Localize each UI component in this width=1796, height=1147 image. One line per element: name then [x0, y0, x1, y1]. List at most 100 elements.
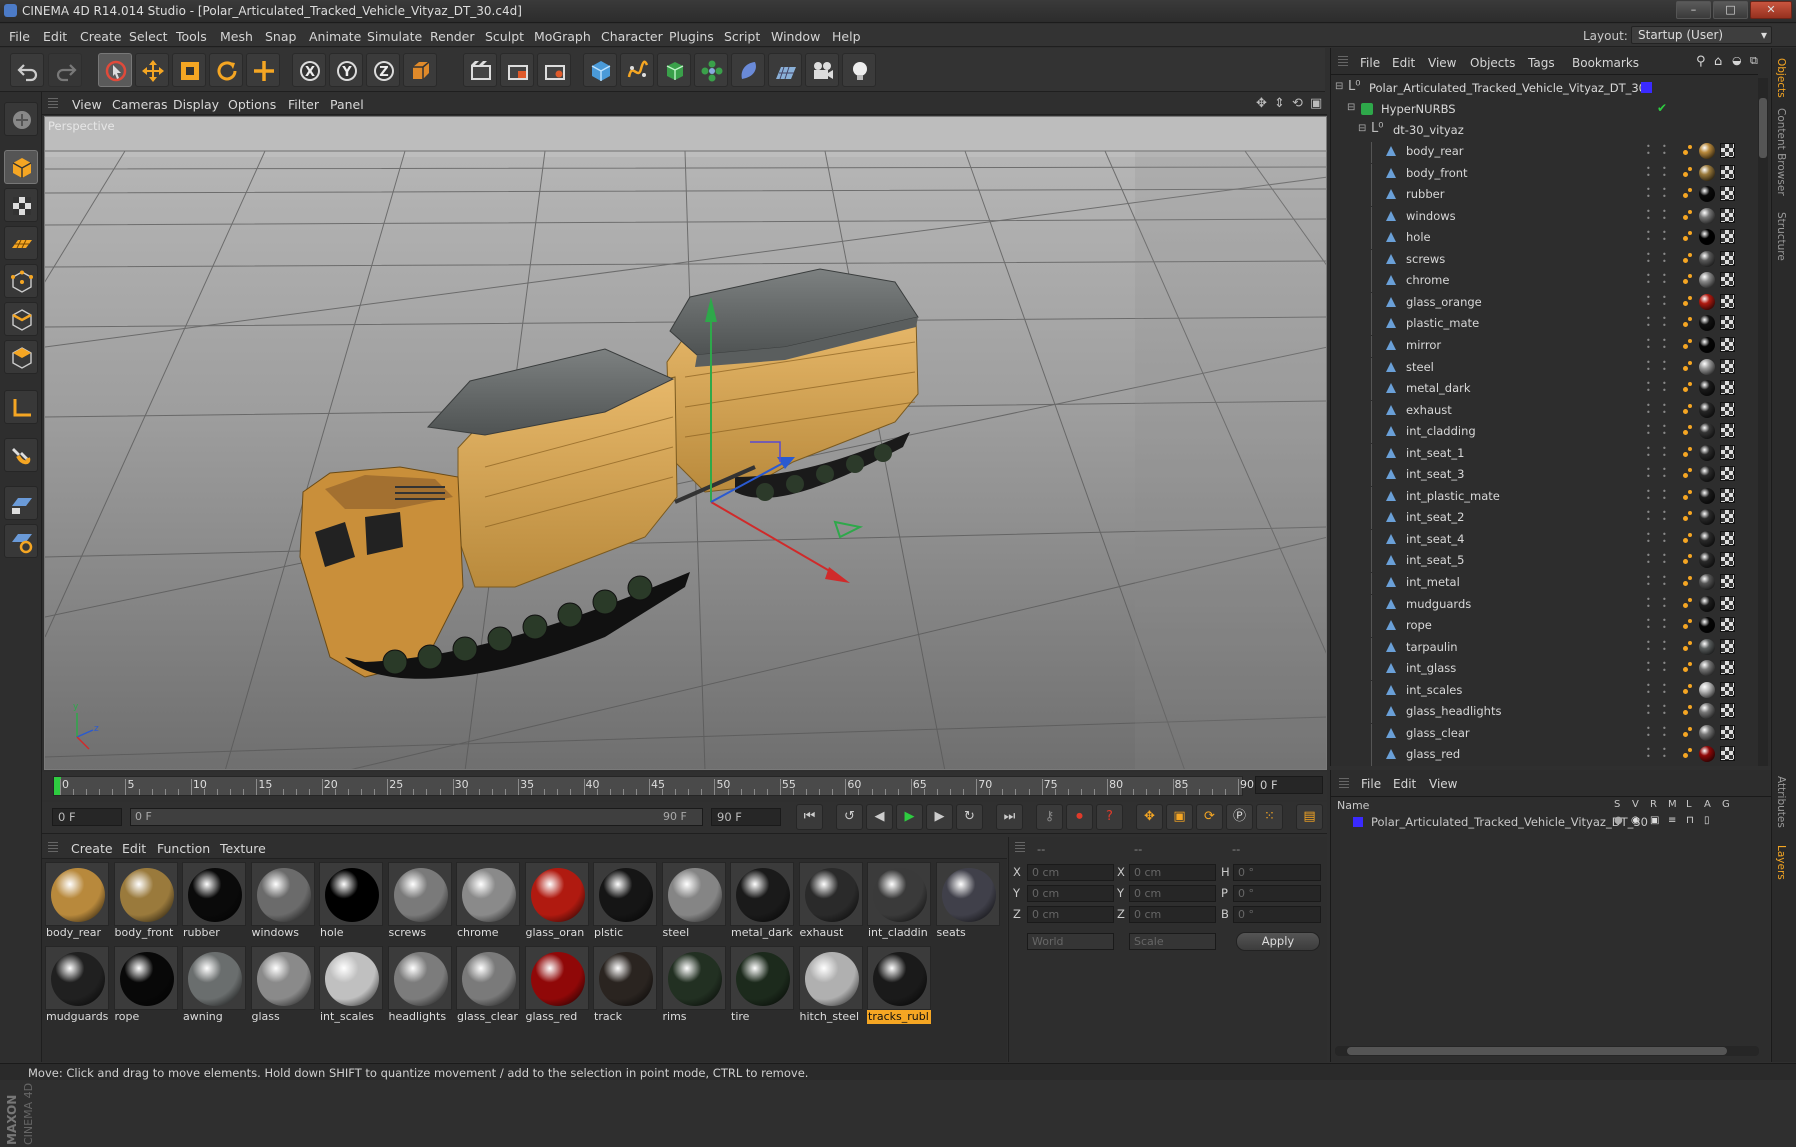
visibility-dots-icon[interactable]: • • — [1646, 681, 1651, 696]
material-menu-function[interactable]: Function — [157, 841, 210, 856]
uvw-tag-icon[interactable] — [1720, 207, 1735, 223]
object-row[interactable]: int_seat_2 • • • • — [1331, 507, 1770, 530]
visibility-dots-icon[interactable]: • • — [1662, 724, 1667, 739]
preview-range-slider[interactable]: 0 F 90 F — [130, 808, 703, 826]
uvw-tag-icon[interactable] — [1720, 595, 1735, 611]
visibility-dots-icon[interactable]: • • — [1646, 143, 1651, 158]
record-active-button[interactable]: ⚷ — [1036, 804, 1063, 830]
visibility-dots-icon[interactable]: • • — [1662, 574, 1667, 589]
object-row[interactable]: steel • • • • — [1331, 357, 1770, 379]
visibility-dots-icon[interactable]: • • — [1662, 358, 1667, 373]
x-axis-button[interactable]: X — [292, 53, 326, 87]
layout-dropdown[interactable]: Startup (User) ▾ — [1631, 26, 1772, 44]
material-swatch[interactable]: chrome — [456, 862, 520, 940]
phong-tag-icon[interactable] — [1683, 252, 1693, 265]
autokey-button[interactable]: ⏺ — [1066, 804, 1093, 830]
play-button[interactable]: ▶ — [896, 804, 923, 830]
close-button[interactable]: ✕ — [1750, 1, 1792, 19]
material-tag-icon[interactable] — [1699, 336, 1715, 353]
material-tag-icon[interactable] — [1699, 164, 1715, 181]
object-row[interactable]: body_rear • • • • — [1331, 141, 1770, 163]
minimize-button[interactable]: – — [1676, 1, 1711, 19]
material-tag-icon[interactable] — [1699, 681, 1715, 698]
phong-tag-icon[interactable] — [1683, 576, 1693, 588]
visibility-dots-icon[interactable]: • • — [1646, 724, 1651, 739]
visibility-dots-icon[interactable]: • • — [1646, 746, 1651, 761]
side-tab-attributes[interactable]: Attributes — [1775, 776, 1787, 828]
coordinate-system-button[interactable] — [403, 53, 437, 87]
material-tag-icon[interactable] — [1699, 617, 1715, 634]
new-window-icon[interactable]: ⧉ — [1750, 54, 1758, 68]
menu-simulate[interactable]: Simulate — [367, 29, 422, 44]
uvw-tag-icon[interactable] — [1720, 380, 1735, 396]
menu-animate[interactable]: Animate — [309, 29, 361, 44]
z-axis-button[interactable]: Z — [366, 53, 400, 87]
side-tab-layers[interactable]: Layers — [1775, 845, 1787, 880]
phong-tag-icon[interactable] — [1683, 662, 1693, 674]
uvw-tag-icon[interactable] — [1720, 358, 1735, 374]
layer-row[interactable]: Polar_Articulated_Tracked_Vehicle_Vityaz… — [1331, 813, 1771, 832]
material-preview[interactable] — [798, 862, 863, 926]
layer-menu-file[interactable]: File — [1361, 777, 1381, 791]
locked-workplane-button[interactable] — [4, 524, 38, 558]
viewport-move-icon[interactable]: ✥ — [1256, 96, 1267, 111]
y-axis-button[interactable]: Y — [329, 53, 363, 87]
workplane-lock-button[interactable] — [4, 486, 38, 520]
layer-manager-icon[interactable]: ≡ — [1668, 815, 1676, 826]
material-preview[interactable] — [867, 862, 931, 926]
phong-tag-icon[interactable] — [1683, 274, 1693, 286]
visibility-dots-icon[interactable]: • • — [1662, 660, 1667, 675]
object-row[interactable]: int_seat_4 • • • • — [1331, 529, 1770, 551]
material-preview[interactable] — [730, 946, 794, 1010]
phong-tag-icon[interactable] — [1683, 231, 1693, 243]
redo-button[interactable] — [48, 53, 82, 87]
collapse-icon[interactable]: ⊟ — [1347, 102, 1355, 113]
layer-visible-eye-icon[interactable]: ◉ — [1631, 815, 1640, 826]
object-row[interactable]: int_seat_1 • • • • — [1331, 443, 1770, 465]
menu-mograph[interactable]: MoGraph — [534, 29, 591, 44]
material-swatch[interactable]: glass_red — [524, 946, 589, 1024]
panel-grip-icon[interactable] — [1015, 842, 1025, 854]
object-row[interactable]: exhaust • • • • — [1331, 400, 1770, 422]
object-row[interactable]: hole • • • • — [1331, 227, 1770, 250]
render-view-button[interactable] — [463, 53, 497, 87]
floor-button[interactable] — [768, 53, 802, 87]
phong-tag-icon[interactable] — [1683, 403, 1693, 416]
size-z-field[interactable]: 0 cm — [1129, 906, 1216, 923]
next-key-button[interactable]: ↻ — [956, 804, 983, 830]
material-preview[interactable] — [867, 946, 931, 1010]
material-preview[interactable] — [113, 862, 178, 926]
texture-mode-button[interactable] — [4, 188, 38, 222]
material-tag-icon[interactable] — [1699, 444, 1715, 461]
object-row[interactable]: body_front • • • • — [1331, 163, 1770, 185]
previous-frame-button[interactable]: ◀ — [866, 804, 893, 830]
visibility-dots-icon[interactable]: • • — [1646, 250, 1651, 265]
menu-render[interactable]: Render — [430, 29, 475, 44]
material-preview[interactable] — [456, 946, 520, 1010]
cube-button[interactable] — [583, 53, 617, 87]
material-preview[interactable] — [387, 946, 452, 1010]
material-swatch[interactable]: hitch_steel — [798, 946, 863, 1024]
object-menu-view[interactable]: View — [1428, 56, 1456, 70]
material-swatch[interactable]: windows — [250, 862, 315, 940]
material-swatch[interactable]: mudguards — [45, 946, 109, 1024]
material-tag-icon[interactable] — [1699, 724, 1715, 741]
uvw-tag-icon[interactable] — [1720, 164, 1735, 180]
material-swatch[interactable]: tracks_rubl — [867, 946, 931, 1024]
axis-mode-button[interactable] — [4, 390, 38, 424]
layer-animation-icon[interactable]: ▯ — [1704, 815, 1710, 826]
visibility-dots-icon[interactable]: • • — [1646, 638, 1651, 653]
menu-tools[interactable]: Tools — [176, 29, 207, 44]
uvw-tag-icon[interactable] — [1720, 638, 1735, 654]
layer-render-icon[interactable]: ▣ — [1650, 815, 1659, 826]
visibility-dots-icon[interactable]: • • — [1662, 681, 1667, 696]
visibility-dots-icon[interactable]: • • — [1646, 487, 1651, 502]
visibility-dots-icon[interactable]: • • — [1646, 574, 1651, 589]
material-tag-icon[interactable] — [1699, 487, 1715, 504]
visibility-dots-icon[interactable]: • • — [1662, 466, 1667, 481]
visibility-dots-icon[interactable]: • • — [1646, 272, 1651, 287]
material-preview[interactable] — [456, 862, 520, 926]
menu-select[interactable]: Select — [129, 29, 168, 44]
scrollbar-thumb[interactable] — [1347, 1047, 1727, 1055]
visibility-dots-icon[interactable]: • • — [1646, 595, 1651, 610]
